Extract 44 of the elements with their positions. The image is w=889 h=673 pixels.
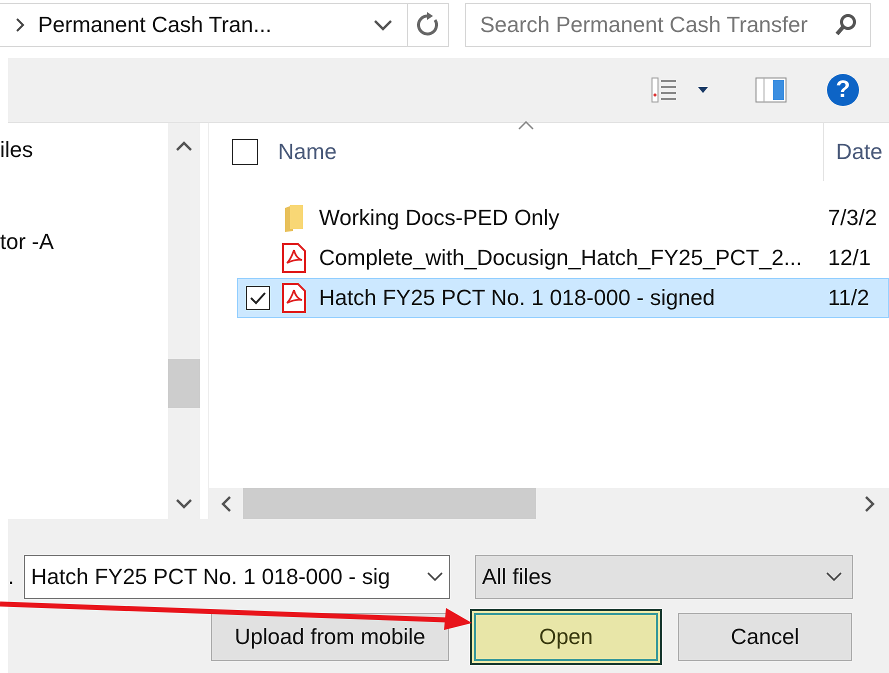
file-row[interactable]: Working Docs-PED Only 7/3/2 [237, 198, 889, 238]
breadcrumb-item[interactable]: Permanent Cash Tran... [26, 12, 373, 38]
chevron-down-icon[interactable] [427, 572, 443, 582]
pdf-file-icon [281, 242, 307, 274]
file-row[interactable]: Complete_with_Docusign_Hatch_FY25_PCT_2... 12/1 [237, 238, 889, 278]
column-header[interactable]: Name [278, 139, 337, 165]
chevron-down-icon[interactable] [826, 572, 842, 582]
file-name: Complete_with_Docusign_Hatch_FY25_PCT_2... [319, 245, 804, 271]
file-row[interactable]: Hatch FY25 PCT No. 1 018-000 - signed 11/2 [237, 278, 889, 318]
chevron-right-icon[interactable] [14, 17, 26, 33]
scrollbar-thumb[interactable] [168, 359, 200, 408]
file-name: Working Docs-PED Only [319, 205, 560, 231]
caret-icon[interactable] [697, 86, 709, 94]
help-icon[interactable]: ? [827, 74, 859, 106]
view-list-icon [652, 78, 677, 102]
nav-item[interactable]: tor -A [0, 229, 160, 255]
scroll-left-icon[interactable] [219, 494, 233, 514]
search-field[interactable]: Search Permanent Cash Transfer [465, 3, 871, 47]
checkbox-tick-icon [249, 291, 267, 305]
file-type-dropdown[interactable]: All files [475, 555, 853, 599]
sort-caret-icon[interactable] [518, 121, 534, 130]
file-date: 11/2 [828, 285, 870, 311]
file-date: 7/3/2 [828, 205, 877, 231]
scroll-up-icon[interactable] [174, 139, 194, 153]
address-bar[interactable]: Permanent Cash Tran... [0, 3, 449, 47]
field-label: . [8, 564, 16, 590]
file-date: 12/1 [828, 245, 871, 271]
search-icon[interactable] [834, 13, 858, 37]
scroll-right-icon[interactable] [863, 494, 877, 514]
scrollbar-thumb[interactable] [243, 488, 536, 519]
file-name-field[interactable]: Hatch FY25 PCT No. 1 018-000 - sig [24, 555, 450, 599]
refresh-icon[interactable] [416, 12, 440, 38]
chevron-down-icon[interactable] [373, 18, 393, 32]
preview-pane-icon[interactable] [755, 77, 787, 103]
column-header[interactable]: Date [836, 139, 882, 165]
highlighted-button[interactable]: Open [470, 609, 662, 665]
file-name: Hatch FY25 PCT No. 1 018-000 - signed [319, 285, 716, 311]
view-list-icon[interactable] [651, 77, 677, 103]
pdf-file-icon [281, 282, 307, 314]
nav-item[interactable]: iles [0, 137, 160, 163]
dialog-button[interactable]: Cancel [678, 613, 852, 661]
select-all-checkbox[interactable] [232, 139, 258, 165]
dialog-button[interactable]: Upload from mobile [211, 613, 449, 661]
scroll-down-icon[interactable] [174, 497, 194, 511]
